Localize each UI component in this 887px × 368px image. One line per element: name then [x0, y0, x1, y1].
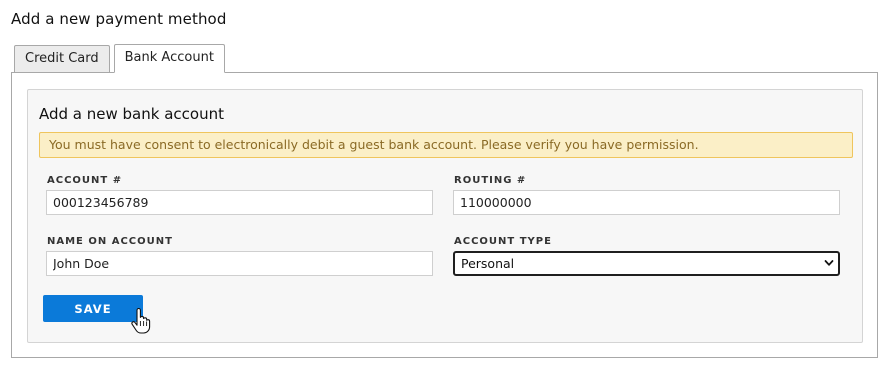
tab-credit-card[interactable]: Credit Card — [14, 45, 110, 72]
routing-number-label: ROUTING # — [454, 175, 527, 186]
payment-method-tabs: Credit Card Bank Account — [14, 44, 225, 73]
account-number-label: ACCOUNT # — [47, 175, 123, 186]
name-on-account-input[interactable] — [46, 251, 433, 276]
bank-account-card: Add a new bank account You must have con… — [27, 89, 863, 343]
chevron-down-icon — [824, 260, 834, 266]
tab-bank-account[interactable]: Bank Account — [113, 44, 225, 73]
routing-number-input[interactable] — [453, 190, 840, 215]
account-type-label: ACCOUNT TYPE — [454, 236, 552, 247]
account-number-input[interactable] — [46, 190, 433, 215]
card-title: Add a new bank account — [39, 105, 224, 123]
save-button[interactable]: SAVE — [43, 295, 143, 322]
hand-pointer-cursor-icon — [131, 308, 151, 334]
consent-alert: You must have consent to electronically … — [39, 132, 853, 158]
page-title: Add a new payment method — [11, 10, 227, 28]
account-type-select[interactable]: Personal — [453, 251, 840, 276]
name-on-account-label: NAME ON ACCOUNT — [47, 236, 173, 247]
account-type-value: Personal — [461, 256, 515, 271]
